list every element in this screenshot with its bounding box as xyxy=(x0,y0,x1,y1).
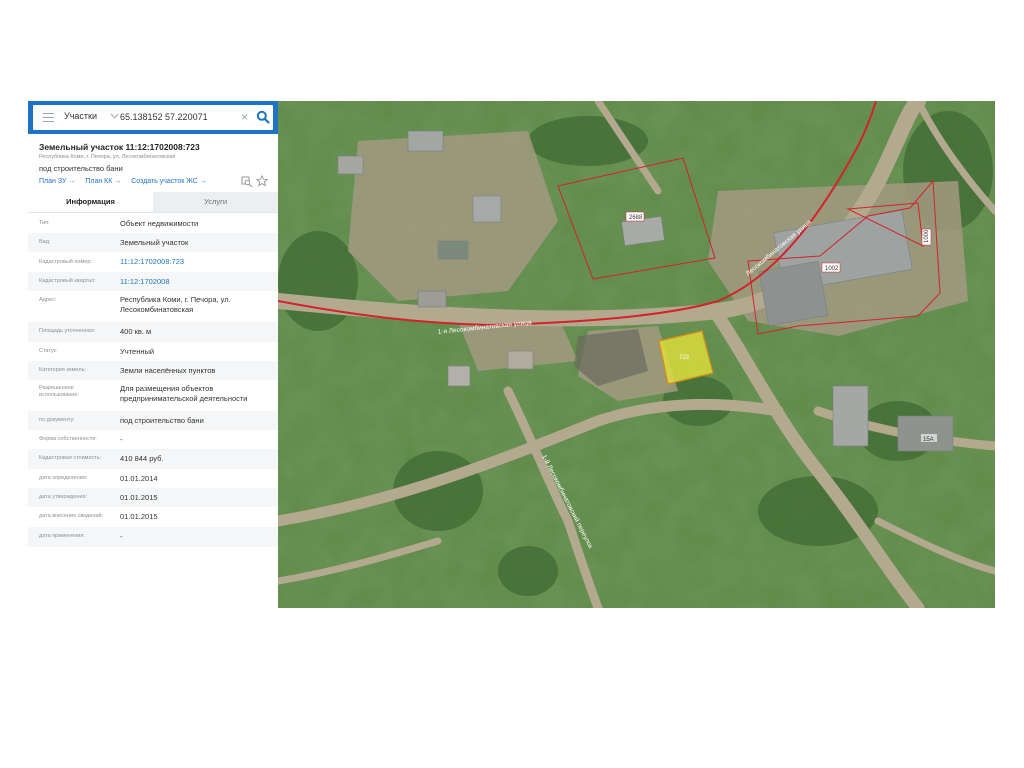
search-input[interactable] xyxy=(120,109,232,125)
row-value: Земли населённых пунктов xyxy=(120,366,216,375)
row-label: Форма собственности: xyxy=(39,436,97,442)
info-row-status: Статус: Учтенный xyxy=(28,342,278,361)
info-row-land-category: Категория земель: Земли населённых пункт… xyxy=(28,361,278,380)
info-row-address: Адрес: Республика Коми, г. Печора, ул. Л… xyxy=(28,291,278,322)
info-panel: Участки × Земельный участок 11:12:170200… xyxy=(28,101,287,551)
plan-zu-link[interactable]: План ЗУ → xyxy=(39,178,75,185)
row-label: Вид: xyxy=(39,239,51,245)
map-canvas[interactable]: 2688 1002 1000 723 15А 1-я Лесокомбинато… xyxy=(278,101,995,608)
cadastral-quarter-link[interactable]: 11:12:1702008 xyxy=(120,277,276,287)
info-row-kind: Вид: Земельный участок xyxy=(28,233,278,252)
info-row-cadastral-number: Кадастровый номер: 11:12:1702008:723 xyxy=(28,252,278,272)
row-value: 01.01.2015 xyxy=(120,512,158,521)
search-icon[interactable] xyxy=(256,110,270,124)
cadastral-number-link[interactable]: 11:12:1702008:723 xyxy=(120,257,276,267)
row-label: Площадь уточненная: xyxy=(39,328,96,334)
info-row-by-document: по документу: под строительство бани xyxy=(28,411,278,430)
row-label: по документу: xyxy=(39,417,75,423)
row-value: 01.01.2015 xyxy=(120,493,158,502)
chevron-down-icon[interactable] xyxy=(110,111,119,121)
star-icon[interactable] xyxy=(256,175,268,187)
row-label: дата определения: xyxy=(39,475,88,481)
parcel-purpose: под строительство бани xyxy=(39,164,123,173)
parcel-title: Земельный участок 11:12:1702008:723 xyxy=(39,142,200,152)
info-row-date-applied: дата применения: - xyxy=(28,527,278,547)
row-value: Земельный участок xyxy=(120,238,189,247)
row-label: Адрес: xyxy=(39,297,57,303)
row-label: Тип: xyxy=(39,220,50,226)
info-row-date-approved: дата утверждения: 01.01.2015 xyxy=(28,488,278,507)
create-zhs-link[interactable]: Создать участок ЖС → xyxy=(131,178,207,185)
row-value: Для размещения объектов предпринимательс… xyxy=(120,384,248,403)
satellite-map[interactable]: 2688 1002 1000 723 15А 1-я Лесокомбинато… xyxy=(278,101,995,608)
row-value: 400 кв. м xyxy=(120,327,152,336)
search-box: Участки × xyxy=(33,105,273,130)
tab-services[interactable]: Услуги xyxy=(153,192,278,212)
row-label: Кадастровый номер: xyxy=(39,259,92,265)
row-value: 410 844 руб. xyxy=(120,454,164,463)
menu-icon[interactable] xyxy=(43,112,54,122)
info-row-permitted-use: Разрешенное использование: Для размещени… xyxy=(28,380,278,411)
parcel-address: Республика Коми, г. Печора, ул. Лесокомб… xyxy=(39,154,176,160)
info-row-area: Площадь уточненная: 400 кв. м xyxy=(28,322,278,342)
info-row-date-determined: дата определения: 01.01.2014 xyxy=(28,469,278,488)
info-row-ownership: Форма собственности: - xyxy=(28,430,278,449)
row-label: Разрешенное использование: xyxy=(39,385,79,398)
plan-kk-link[interactable]: План КК → xyxy=(85,178,121,185)
row-label: Категория земель: xyxy=(39,367,87,373)
parcel-label-1000: 1000 xyxy=(924,229,930,243)
row-value: - xyxy=(120,532,123,541)
close-icon[interactable]: × xyxy=(241,110,248,124)
tab-information[interactable]: Информация xyxy=(28,192,153,212)
row-value: Объект недвижимости xyxy=(120,219,199,228)
search-bar: Участки × xyxy=(28,101,287,134)
row-label: дата применения: xyxy=(39,533,85,539)
parcel-label-2688: 2688 xyxy=(629,215,643,221)
magnify-icon[interactable] xyxy=(241,176,253,188)
house-label-15a: 15А xyxy=(923,437,934,443)
row-label: дата утверждения: xyxy=(39,494,88,500)
info-row-cadastral-quarter: Кадастровый квартал: 11:12:1702008 xyxy=(28,272,278,291)
info-row-date-entered: дата внесения сведений: 01.01.2015 xyxy=(28,507,278,527)
tabs: Информация Услуги xyxy=(28,192,278,213)
row-value: Республика Коми, г. Печора, ул. Лесокомб… xyxy=(120,295,231,314)
parcel-label-1002: 1002 xyxy=(825,266,839,272)
parcel-links: План ЗУ → План КК → Создать участок ЖС → xyxy=(39,178,215,185)
row-label: Статус: xyxy=(39,348,58,354)
row-label: дата внесения сведений: xyxy=(39,513,104,519)
row-value: Учтенный xyxy=(120,347,155,356)
row-value: 01.01.2014 xyxy=(120,474,158,483)
info-row-type: Тип: Объект недвижимости xyxy=(28,214,278,233)
layer-select[interactable]: Участки xyxy=(64,111,97,121)
row-value: - xyxy=(120,435,123,444)
parcel-label-723: 723 xyxy=(679,355,690,361)
row-label: Кадастровая стоимость: xyxy=(39,455,102,461)
row-label: Кадастровый квартал: xyxy=(39,278,96,284)
row-value: под строительство бани xyxy=(120,416,204,425)
info-row-cadastral-cost: Кадастровая стоимость: 410 844 руб. xyxy=(28,449,278,469)
